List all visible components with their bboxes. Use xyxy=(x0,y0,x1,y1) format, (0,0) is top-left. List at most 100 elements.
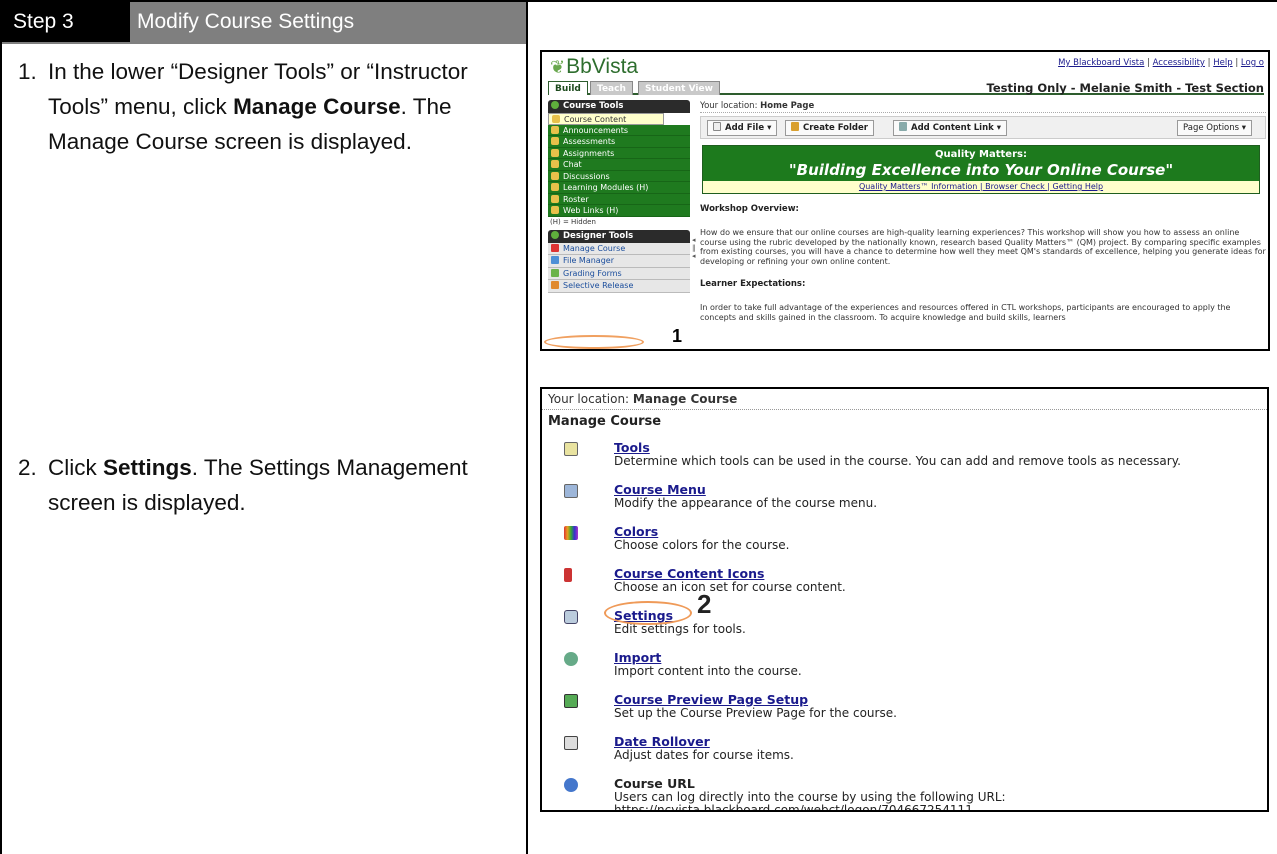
sidebar-item-web-links[interactable]: Web Links (H) xyxy=(548,205,690,217)
course-sidebar: Course Tools Course Content Announcement… xyxy=(548,100,690,293)
chat-icon xyxy=(551,160,559,168)
course-preview-description: Set up the Course Preview Page for the c… xyxy=(614,706,897,720)
tab-student-view[interactable]: Student View xyxy=(638,81,720,95)
settings-icon xyxy=(564,610,578,624)
course-menu-description: Modify the appearance of the course menu… xyxy=(614,496,878,510)
collapse-handle[interactable]: ◂ ‖ ◂ xyxy=(692,236,698,266)
sidebar-item-assignments[interactable]: Assignments xyxy=(548,147,690,159)
manage-course-screenshot: Your location: Manage Course Manage Cour… xyxy=(540,387,1269,812)
course-tools-header[interactable]: Course Tools xyxy=(548,100,690,113)
expectations-heading: Learner Expectations: xyxy=(700,279,806,289)
my-blackboard-link[interactable]: My Blackboard Vista xyxy=(1058,58,1144,68)
sidebar-item-manage-course[interactable]: Manage Course xyxy=(548,242,690,255)
divider xyxy=(542,409,1267,410)
instruction-1: 1. In the lower “Designer Tools” or “Ins… xyxy=(18,54,518,159)
bbvista-logo: ❦BbVista xyxy=(550,55,639,78)
colors-icon xyxy=(564,526,578,540)
colors-link[interactable]: Colors xyxy=(614,524,658,539)
home-icon xyxy=(552,115,560,123)
course-content-icons-description: Choose an icon set for course content. xyxy=(614,580,846,594)
course-content-icons-link[interactable]: Course Content Icons xyxy=(614,566,764,581)
colors-description: Choose colors for the course. xyxy=(614,538,790,552)
callout-number: 2 xyxy=(697,589,712,619)
sidebar-item-selective-release[interactable]: Selective Release xyxy=(548,280,690,293)
folder-icon xyxy=(791,122,799,131)
collapse-icon xyxy=(551,101,559,109)
step-header: Step 3 Modify Course Settings xyxy=(2,2,526,44)
date-rollover-description: Adjust dates for course items. xyxy=(614,748,794,762)
banner-links[interactable]: Quality Matters™ Information | Browser C… xyxy=(703,181,1259,193)
globe-icon xyxy=(564,778,578,792)
accessibility-link[interactable]: Accessibility xyxy=(1153,58,1205,68)
top-links: My Blackboard Vista | Accessibility | He… xyxy=(1058,58,1264,68)
web-link-icon xyxy=(551,206,559,214)
instruction-2: 2. Click Settings. The Settings Manageme… xyxy=(18,450,518,520)
location-value: Manage Course xyxy=(632,392,738,406)
tab-teach[interactable]: Teach xyxy=(590,81,633,95)
bbvista-home-screenshot: ❦BbVista My Blackboard Vista | Accessibi… xyxy=(540,50,1270,351)
discussion-icon xyxy=(551,171,559,180)
add-content-link-button[interactable]: Add Content Link ▾ xyxy=(893,120,1008,136)
course-preview-page-setup-link[interactable]: Course Preview Page Setup xyxy=(614,692,808,707)
designer-tools-header[interactable]: Designer Tools xyxy=(548,229,690,243)
sprout-icon: ❦ xyxy=(550,57,566,77)
assessment-icon xyxy=(551,137,559,145)
banner-title: Quality Matters: xyxy=(935,149,1027,160)
sidebar-item-assessments[interactable]: Assessments xyxy=(548,136,690,148)
content-icons-icon xyxy=(564,568,572,582)
grading-forms-icon xyxy=(551,268,559,277)
expectations-text: In order to take full advantage of the e… xyxy=(700,303,1231,322)
instruction-column: Step 3 Modify Course Settings 1. In the … xyxy=(0,0,528,854)
tab-build[interactable]: Build xyxy=(548,81,588,95)
step-title: Modify Course Settings xyxy=(137,10,355,33)
import-icon xyxy=(564,652,578,666)
course-menu-icon xyxy=(564,484,578,498)
quality-matters-banner: Quality Matters: "Building Excellence in… xyxy=(702,145,1260,194)
instruction-bold: Manage Course xyxy=(233,94,401,119)
sidebar-item-learning-modules[interactable]: Learning Modules (H) xyxy=(548,182,690,194)
roster-icon xyxy=(551,194,559,203)
help-link[interactable]: Help xyxy=(1213,58,1232,68)
instruction-number: 1. xyxy=(18,59,37,84)
overview-heading: Workshop Overview: xyxy=(700,204,799,214)
sidebar-item-roster[interactable]: Roster xyxy=(548,193,690,205)
location-bar: Your location: Manage Course xyxy=(548,392,738,406)
create-folder-button[interactable]: Create Folder xyxy=(785,120,874,136)
banner-subtitle: "Building Excellence into Your Online Co… xyxy=(788,161,1174,179)
tutorial-page: Step 3 Modify Course Settings 1. In the … xyxy=(0,0,1277,854)
sidebar-item-grading-forms[interactable]: Grading Forms xyxy=(548,267,690,280)
collapse-icon xyxy=(551,230,559,239)
preview-page-icon xyxy=(564,694,578,708)
sidebar-item-file-manager[interactable]: File Manager xyxy=(548,255,690,268)
add-file-button[interactable]: Add File ▾ xyxy=(707,120,778,136)
overview-text: How do we ensure that our online courses… xyxy=(700,228,1266,266)
import-link[interactable]: Import xyxy=(614,650,661,665)
step-label: Step 3 xyxy=(2,2,130,42)
manage-course-title: Manage Course xyxy=(548,414,662,429)
location-bar: Your location: Home Page xyxy=(700,101,1266,113)
link-icon xyxy=(899,122,907,131)
sidebar-item-announcements[interactable]: Announcements xyxy=(548,124,690,136)
location-value: Home Page xyxy=(760,101,815,111)
date-rollover-link[interactable]: Date Rollover xyxy=(614,734,710,749)
course-menu-link[interactable]: Course Menu xyxy=(614,482,706,497)
page-options-button[interactable]: Page Options ▾ xyxy=(1177,120,1253,136)
file-manager-icon xyxy=(551,256,559,264)
sidebar-item-course-content[interactable]: Course Content xyxy=(548,113,664,125)
course-url-value: https://ncvista.blackboard.com/webct/log… xyxy=(614,803,973,812)
tools-link[interactable]: Tools xyxy=(614,440,650,455)
megaphone-icon xyxy=(551,125,559,134)
import-description: Import content into the course. xyxy=(614,664,802,678)
logout-link[interactable]: Log o xyxy=(1241,58,1264,68)
instruction-number: 2. xyxy=(18,455,37,480)
highlight-oval xyxy=(544,335,644,349)
sidebar-item-chat[interactable]: Chat xyxy=(548,159,690,171)
callout-number: 1 xyxy=(672,326,683,346)
calendar-icon xyxy=(564,736,578,750)
course-url-description: Users can log directly into the course b… xyxy=(614,790,1006,804)
section-title: Testing Only - Melanie Smith - Test Sect… xyxy=(986,81,1264,95)
screenshot-column: ❦BbVista My Blackboard Vista | Accessibi… xyxy=(528,0,1277,854)
selective-release-icon xyxy=(551,281,559,289)
home-content: Your location: Home Page Add File ▾ Crea… xyxy=(700,101,1266,322)
sidebar-item-discussions[interactable]: Discussions xyxy=(548,170,690,182)
